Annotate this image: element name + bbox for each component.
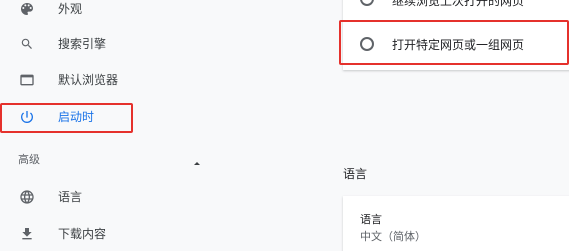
download-icon xyxy=(18,225,36,243)
sidebar-item-search-engine[interactable]: 搜索引擎 xyxy=(0,26,220,62)
settings-page: 外观 搜索引擎 默认浏览器 启动时 高级 语言 下载内容 继续浏览上次打开的网页… xyxy=(0,0,569,251)
chevron-up-icon[interactable] xyxy=(191,153,203,165)
globe-icon xyxy=(18,188,36,206)
sidebar-item-label: 语言 xyxy=(58,190,83,204)
sidebar-item-appearance[interactable]: 外观 xyxy=(0,0,220,27)
search-icon xyxy=(18,35,36,53)
sidebar-item-languages[interactable]: 语言 xyxy=(0,179,220,215)
advanced-section-header[interactable]: 高级 xyxy=(18,151,40,167)
language-label: 语言 xyxy=(360,213,382,226)
sidebar-item-label: 默认浏览器 xyxy=(58,73,119,87)
sidebar-item-default-browser[interactable]: 默认浏览器 xyxy=(0,62,220,98)
palette-icon xyxy=(18,0,36,18)
highlight-startup-nav xyxy=(0,103,133,133)
sidebar-item-downloads[interactable]: 下载内容 xyxy=(0,216,220,251)
highlight-specific-pages xyxy=(339,20,569,65)
sidebar-item-label: 外观 xyxy=(58,2,83,16)
browser-window-icon xyxy=(18,71,36,89)
sidebar-item-label: 下载内容 xyxy=(58,227,107,241)
option-continue-label: 继续浏览上次打开的网页 xyxy=(392,0,525,8)
languages-section-title: 语言 xyxy=(343,167,368,181)
sidebar-item-label: 搜索引擎 xyxy=(58,37,107,51)
language-value: 中文（简体） xyxy=(360,230,426,243)
